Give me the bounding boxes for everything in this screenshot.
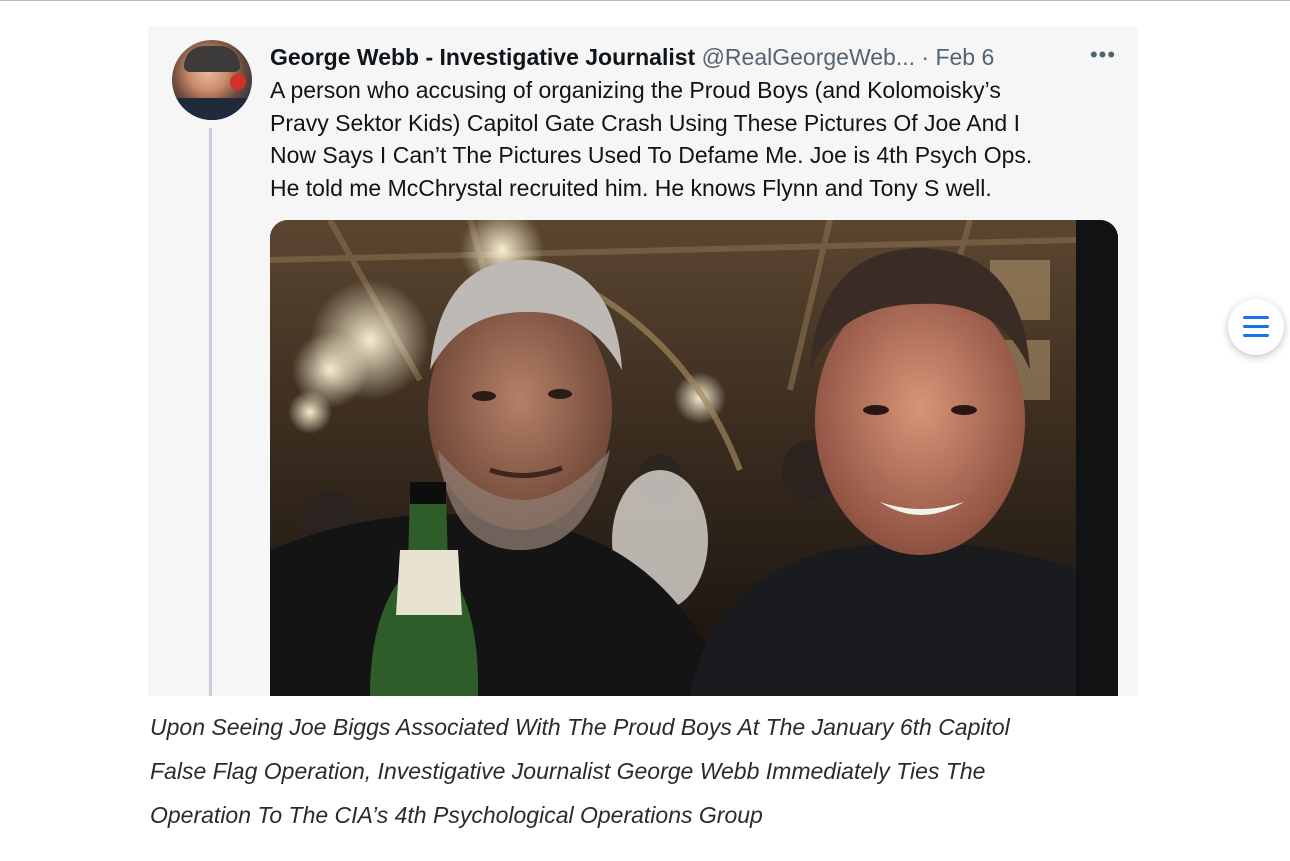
tweet-screenshot: George Webb - Investigative Journalist @… — [148, 26, 1138, 696]
avatar-badge — [230, 74, 246, 90]
caption-line: False Flag Operation, Investigative Jour… — [150, 758, 986, 784]
tweet-text-line: A person who accusing of organizing the … — [270, 77, 1001, 103]
table-of-contents-button[interactable] — [1228, 299, 1284, 355]
menu-icon-bar — [1243, 325, 1269, 328]
top-divider — [0, 0, 1290, 1]
page: George Webb - Investigative Journalist @… — [0, 0, 1290, 861]
tweet-text-line: Now Says I Can’t The Pictures Used To De… — [270, 142, 1033, 168]
more-horizontal-icon: ••• — [1089, 42, 1117, 67]
author-handle: @RealGeorgeWeb... — [701, 44, 915, 70]
avatar-shirt — [172, 98, 252, 120]
image-caption: Upon Seeing Joe Biggs Associated With Th… — [150, 705, 1150, 837]
author-name: George Webb - Investigative Journalist — [270, 44, 696, 70]
tweet-date: Feb 6 — [935, 44, 995, 70]
tweet-text-line: He told me McChrystal recruited him. He … — [270, 174, 992, 201]
separator-dot: · — [921, 44, 930, 70]
caption-line: Upon Seeing Joe Biggs Associated With Th… — [150, 714, 1010, 740]
thread-line — [209, 128, 212, 696]
tweet-text-line: Pravy Sektor Kids) Capitol Gate Crash Us… — [270, 109, 1020, 136]
menu-icon — [1243, 316, 1269, 319]
menu-icon-bar — [1243, 334, 1269, 337]
tweet-header: George Webb - Investigative Journalist @… — [270, 42, 1070, 72]
photo-illustration — [270, 220, 1118, 696]
tweet-text: A person who accusing of organizing the … — [270, 74, 1110, 204]
avatar — [172, 40, 252, 120]
caption-line: Operation To The CIA’s 4th Psychological… — [150, 802, 763, 828]
avatar-hair — [184, 46, 240, 72]
tweet-photo — [270, 220, 1118, 696]
